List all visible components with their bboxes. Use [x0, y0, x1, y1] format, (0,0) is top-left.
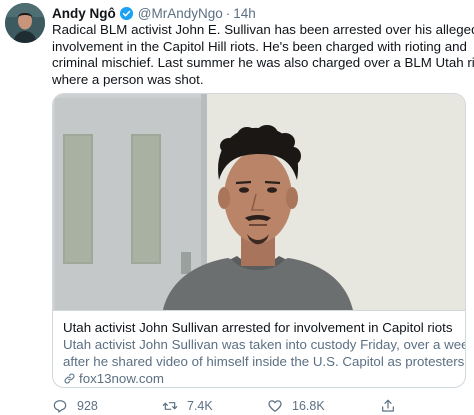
tweet-actions: 928 7.4K 16.8K	[52, 398, 472, 415]
avatar-image	[5, 3, 45, 43]
like-icon	[268, 400, 282, 412]
mugshot-photo	[53, 94, 465, 310]
card-image[interactable]	[53, 94, 465, 310]
reply-icon	[53, 400, 67, 413]
reply-button[interactable]: 928	[52, 398, 98, 414]
card-body[interactable]: Utah activist John Sullivan arrested for…	[53, 310, 466, 387]
tweet-text-line: Radical BLM activist John E. Sullivan ha…	[52, 22, 474, 37]
author-display-name[interactable]: Andy Ngô	[52, 6, 116, 21]
card-domain: fox13now.com	[63, 370, 457, 387]
tweet-text: Radical BLM activist John E. Sullivan ha…	[52, 22, 474, 88]
like-count: 16.8K	[292, 399, 325, 413]
tweet[interactable]: Andy Ngô @MrAndyNgo · 14h Radical BLM ac…	[0, 0, 474, 415]
tweet-text-line: involvement in the Capitol Hill riots. H…	[52, 38, 467, 54]
header-separator: ·	[225, 5, 231, 21]
retweet-count: 7.4K	[187, 399, 213, 413]
reply-count: 928	[77, 399, 98, 413]
avatar[interactable]	[5, 3, 45, 43]
tweet-text-line: criminal mischief. Last summer he was al…	[52, 55, 474, 70]
card-description-line: Utah activist John Sullivan was taken in…	[63, 337, 466, 352]
retweet-button[interactable]: 7.4K	[162, 398, 213, 414]
tweet-text-line: where a person was shot.	[52, 71, 204, 87]
tweet-header: Andy Ngô @MrAndyNgo · 14h	[52, 4, 256, 22]
share-icon	[382, 399, 394, 412]
link-card[interactable]: Utah activist John Sullivan arrested for…	[52, 93, 466, 388]
verified-badge-icon	[119, 6, 133, 20]
author-handle[interactable]: @MrAndyNgo	[138, 6, 223, 21]
card-domain-text: fox13now.com	[79, 371, 165, 386]
link-icon	[64, 373, 75, 384]
share-button[interactable]	[380, 398, 405, 414]
like-button[interactable]: 16.8K	[267, 398, 325, 414]
retweet-icon	[162, 402, 178, 410]
card-title: Utah activist John Sullivan arrested for…	[63, 320, 453, 335]
tweet-timestamp[interactable]: 14h	[233, 6, 256, 21]
card-description-line: after he shared video of himself inside …	[63, 354, 466, 369]
